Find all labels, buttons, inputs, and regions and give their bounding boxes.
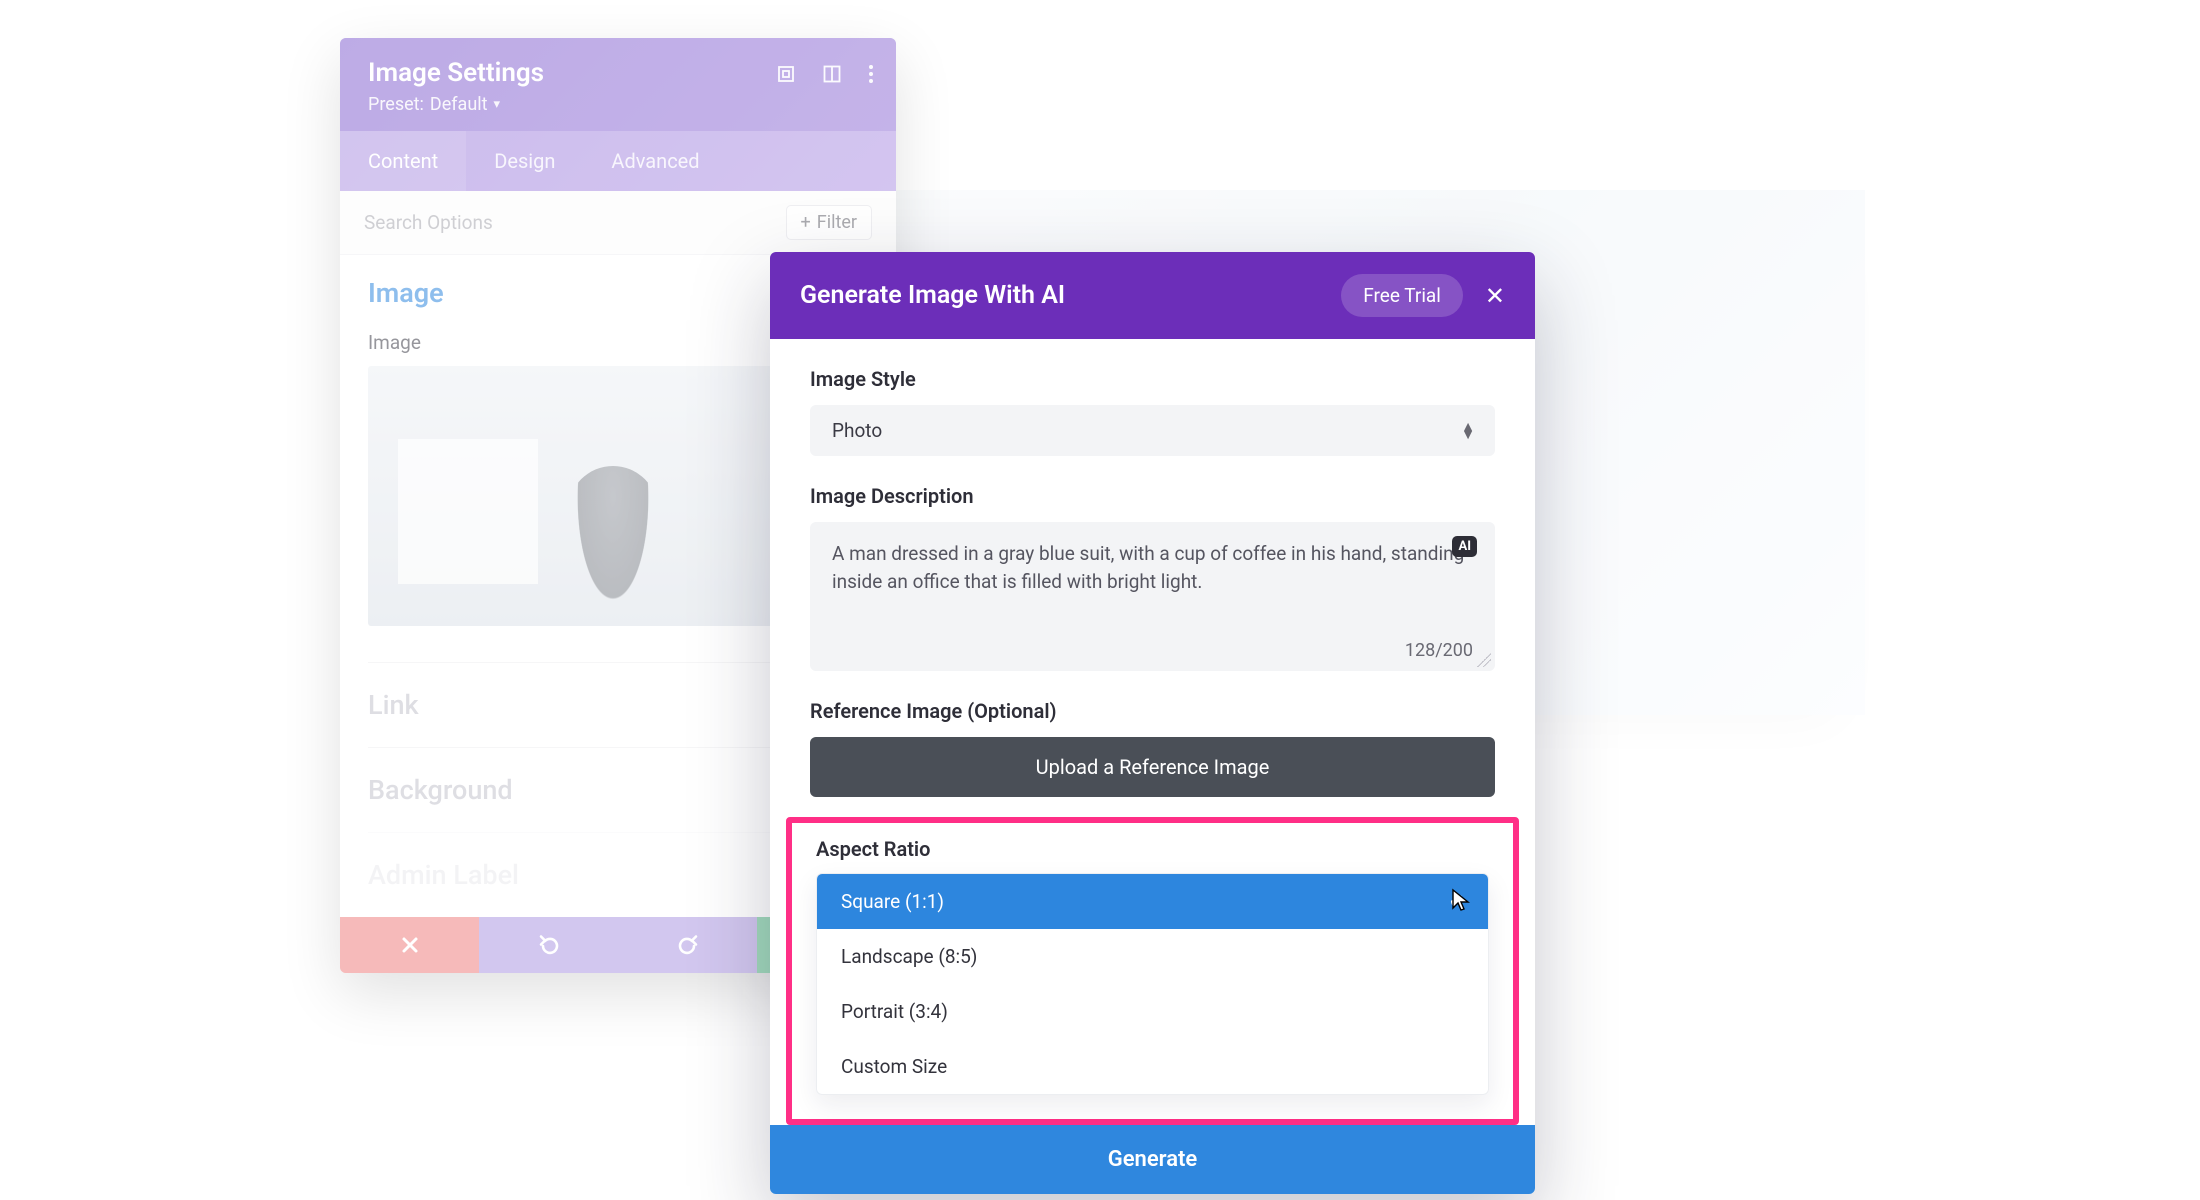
preset-selector[interactable]: Preset: Default ▾ — [368, 94, 868, 115]
aspect-ratio-option-landscape[interactable]: Landscape (8:5) — [817, 929, 1488, 984]
character-counter: 128/200 — [832, 640, 1473, 661]
close-icon[interactable]: ✕ — [1485, 282, 1505, 310]
aspect-ratio-option-portrait[interactable]: Portrait (3:4) — [817, 984, 1488, 1039]
search-row: Search Options + Filter — [340, 191, 896, 255]
option-label: Portrait (3:4) — [841, 1000, 948, 1023]
upload-reference-button[interactable]: Upload a Reference Image — [810, 737, 1495, 797]
generate-button[interactable]: Generate — [770, 1125, 1535, 1194]
image-style-label: Image Style — [810, 367, 1495, 391]
filter-button[interactable]: + Filter — [786, 205, 872, 240]
generate-image-ai-modal: Generate Image With AI Free Trial ✕ Imag… — [770, 252, 1535, 1194]
ai-modal-header: Generate Image With AI Free Trial ✕ — [770, 252, 1535, 339]
tab-advanced[interactable]: Advanced — [583, 131, 727, 191]
filter-label: Filter — [817, 212, 857, 233]
free-trial-badge[interactable]: Free Trial — [1341, 274, 1463, 317]
image-description-textarea[interactable]: A man dressed in a gray blue suit, with … — [810, 522, 1495, 671]
image-style-select[interactable]: Photo ▲▼ — [810, 405, 1495, 456]
check-icon: ✔ — [1449, 891, 1464, 912]
reference-image-label: Reference Image (Optional) — [810, 699, 1495, 723]
undo-button[interactable] — [479, 917, 618, 973]
image-description-label: Image Description — [810, 484, 1495, 508]
resize-handle-icon[interactable] — [1477, 653, 1491, 667]
settings-tabs: Content Design Advanced — [340, 131, 896, 191]
tab-design[interactable]: Design — [466, 131, 583, 191]
panel-layout-icon[interactable] — [822, 64, 842, 84]
tab-content[interactable]: Content — [340, 131, 466, 191]
preset-prefix: Preset: — [368, 94, 424, 115]
aspect-ratio-label: Aspect Ratio — [816, 837, 1489, 861]
settings-header: Image Settings Preset: Default ▾ — [340, 38, 896, 131]
option-label: Landscape (8:5) — [841, 945, 977, 968]
select-chevrons-icon: ▲▼ — [1461, 423, 1473, 439]
aspect-ratio-option-square[interactable]: Square (1:1) ✔ — [817, 874, 1488, 929]
preset-value: Default — [430, 94, 488, 115]
ai-modal-title: Generate Image With AI — [800, 281, 1065, 310]
aspect-ratio-option-custom[interactable]: Custom Size — [817, 1039, 1488, 1094]
image-style-value: Photo — [832, 419, 882, 442]
option-label: Square (1:1) — [841, 890, 944, 913]
expand-icon[interactable] — [776, 64, 796, 84]
image-description-text: A man dressed in a gray blue suit, with … — [832, 540, 1473, 620]
cancel-button[interactable] — [340, 917, 479, 973]
caret-down-icon: ▾ — [494, 97, 501, 112]
redo-button[interactable] — [618, 917, 757, 973]
ai-assist-button[interactable]: AI — [1452, 536, 1477, 557]
option-label: Custom Size — [841, 1055, 947, 1078]
kebab-menu-icon[interactable] — [868, 64, 874, 84]
plus-icon: + — [801, 212, 811, 233]
aspect-ratio-highlight: Aspect Ratio Square (1:1) ✔ Landscape (8… — [786, 817, 1519, 1125]
aspect-ratio-dropdown: Square (1:1) ✔ Landscape (8:5) Portrait … — [816, 873, 1489, 1095]
search-options-input[interactable]: Search Options — [364, 211, 786, 234]
